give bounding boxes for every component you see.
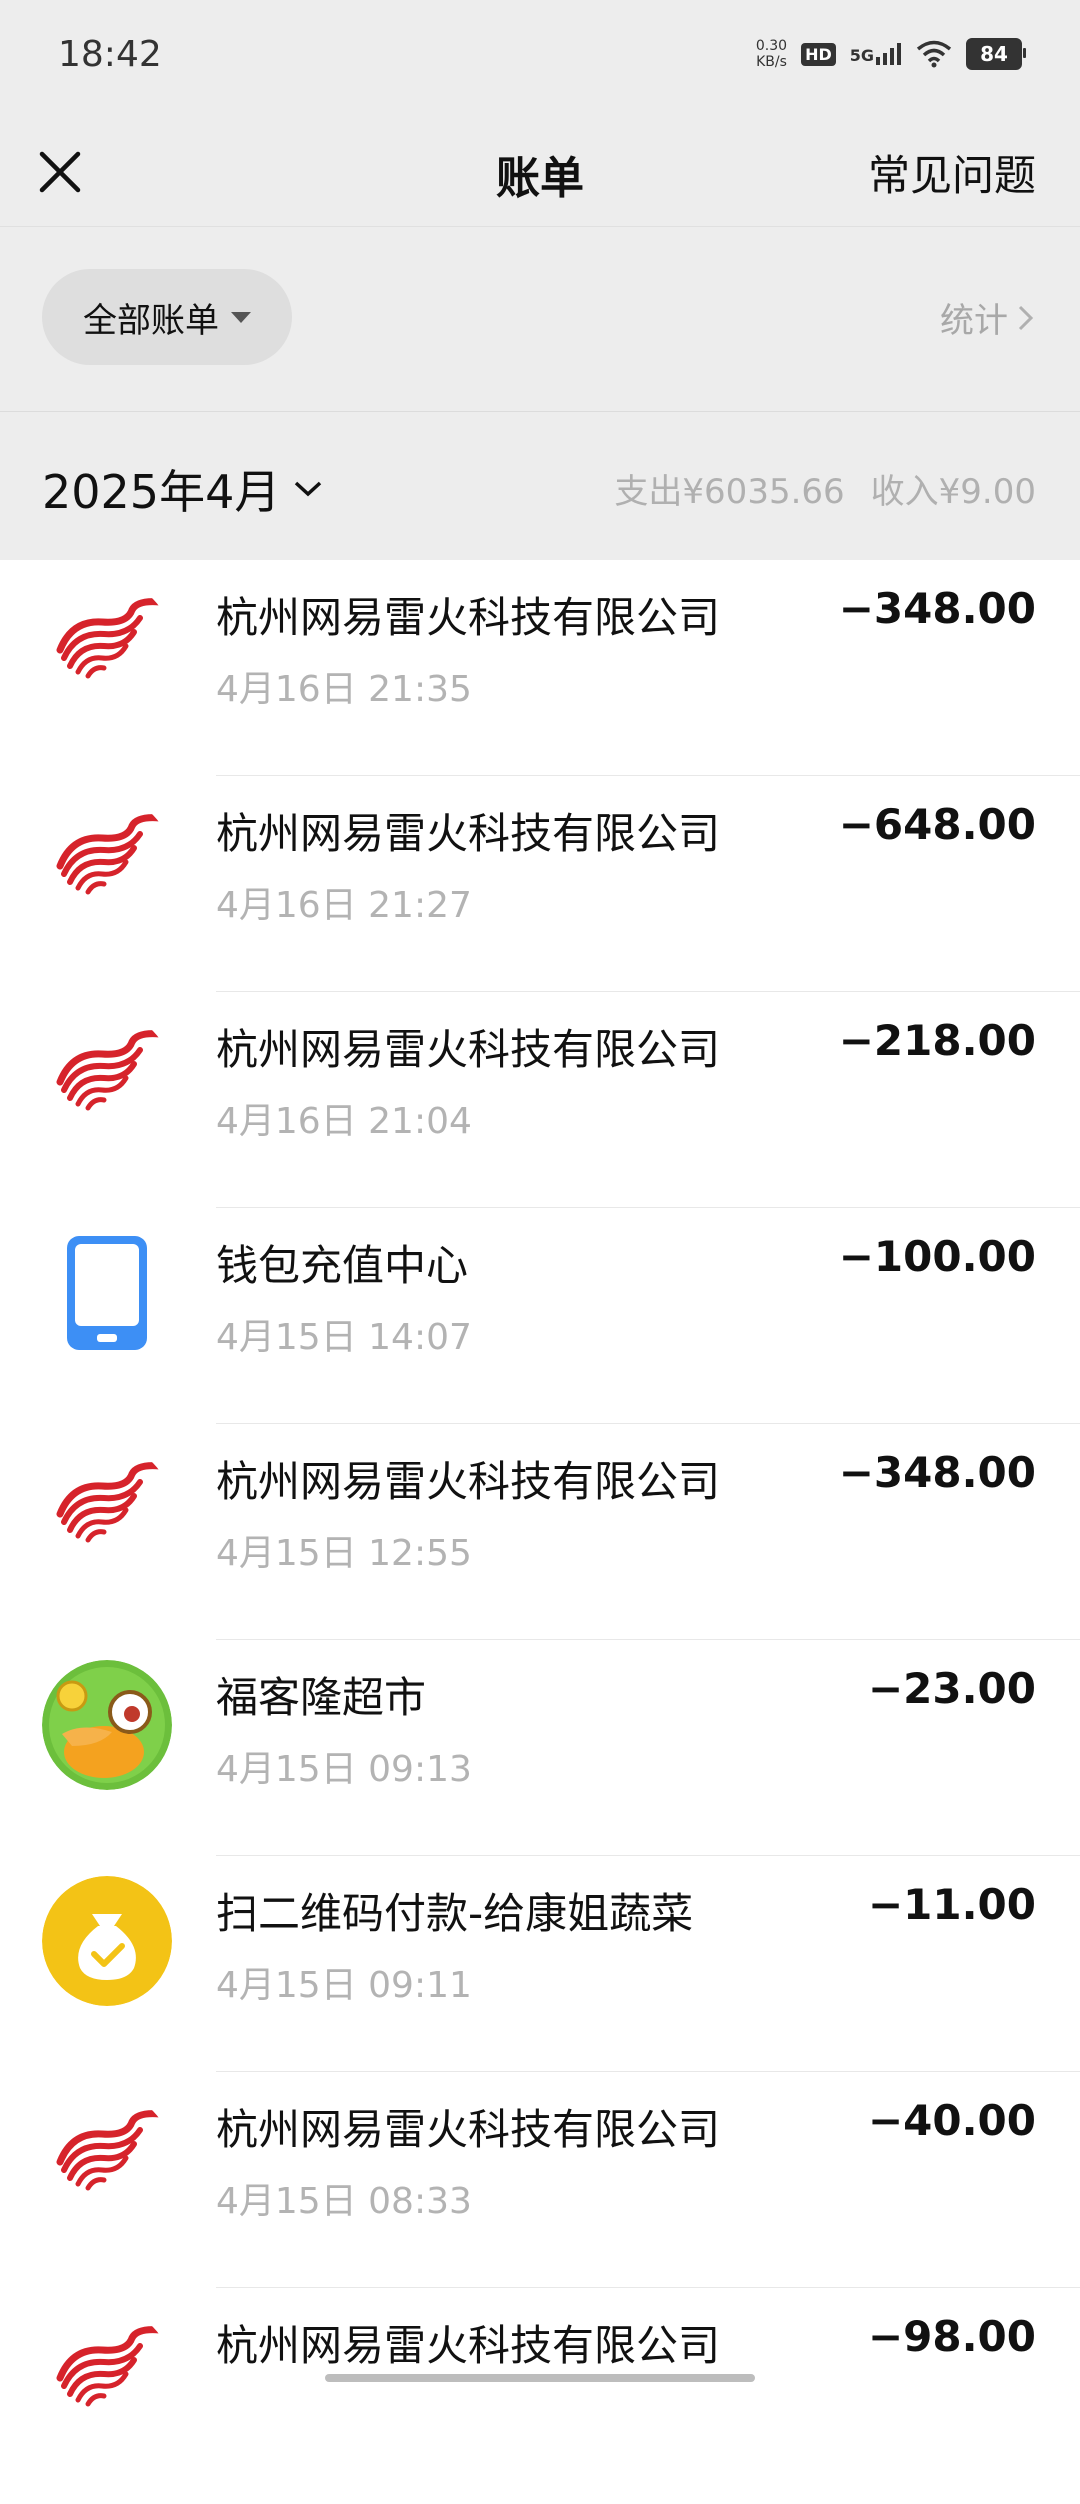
month-label: 2025年4月 (42, 465, 281, 519)
transaction-time: 4月15日 14:07 (216, 1317, 472, 1358)
stats-label: 统计 (940, 301, 1008, 341)
bill-type-filter-button[interactable]: 全部账单 (42, 269, 292, 365)
status-bar: 18:42 0.30 KB/s HD 5G 84 (0, 0, 1080, 118)
status-time: 18:42 (58, 34, 162, 75)
money-bag-icon (42, 1876, 172, 2006)
transaction-amount: −98.00 (867, 2312, 1036, 2361)
merchant-name: 杭州网易雷火科技有限公司 (216, 2321, 721, 2370)
transaction-amount: −23.00 (867, 1664, 1036, 1713)
phone-icon (42, 1228, 172, 1358)
merchant-name: 杭州网易雷火科技有限公司 (216, 1457, 721, 1506)
cartoon-bird-icon (42, 1660, 172, 1790)
bill-type-filter-label: 全部账单 (83, 300, 219, 341)
transaction-row[interactable]: 福客隆超市 4月15日 09:13 −23.00 (0, 1640, 1080, 1856)
netease-logo-icon (42, 1444, 172, 1574)
wifi-icon (916, 40, 952, 68)
netease-logo-icon (42, 2092, 172, 2222)
filter-bar: 全部账单 统计 (0, 227, 1080, 412)
netease-logo-icon (42, 580, 172, 710)
transaction-amount: −348.00 (838, 1448, 1036, 1497)
merchant-name: 杭州网易雷火科技有限公司 (216, 593, 721, 642)
status-icons: 0.30 KB/s HD 5G 84 (756, 38, 1026, 70)
merchant-name: 钱包充值中心 (216, 1241, 469, 1290)
transaction-list: 杭州网易雷火科技有限公司 4月16日 21:35 −348.00 杭州网易雷火科… (0, 560, 1080, 2504)
hd-badge: HD (801, 42, 836, 66)
transaction-amount: −348.00 (838, 584, 1036, 633)
net-speed-value: 0.30 (755, 38, 788, 54)
net-speed-unit: KB/s (756, 54, 787, 70)
netease-logo-icon (42, 2308, 172, 2438)
merchant-name: 扫二维码付款-给康姐蔬菜 (216, 1889, 694, 1938)
chevron-right-icon (1018, 305, 1034, 330)
home-indicator[interactable] (325, 2374, 755, 2382)
chevron-down-icon (295, 481, 322, 497)
transaction-amount: −648.00 (838, 800, 1036, 849)
transaction-row[interactable]: 杭州网易雷火科技有限公司 4月16日 21:04 −218.00 (0, 992, 1080, 1208)
month-income: 收入¥9.00 (870, 472, 1036, 512)
faq-link[interactable]: 常见问题 (868, 142, 1036, 203)
stats-link[interactable]: 统计 (940, 293, 1036, 342)
transaction-row[interactable]: 杭州网易雷火科技有限公司 4月16日 21:35 −348.00 (0, 560, 1080, 776)
transaction-row[interactable]: 扫二维码付款-给康姐蔬菜 4月15日 09:11 −11.00 (0, 1856, 1080, 2072)
merchant-name: 杭州网易雷火科技有限公司 (216, 1025, 721, 1074)
transaction-time: 4月15日 08:33 (216, 2181, 472, 2222)
transaction-amount: −218.00 (838, 1016, 1036, 1065)
signal-5g-icon: 5G (850, 43, 902, 65)
signal-bars-icon (876, 43, 901, 65)
transaction-amount: −100.00 (838, 1232, 1036, 1281)
merchant-name: 杭州网易雷火科技有限公司 (216, 2105, 721, 2154)
transaction-time: 4月16日 21:35 (216, 669, 472, 710)
transaction-row[interactable]: 钱包充值中心 4月15日 14:07 −100.00 (0, 1208, 1080, 1424)
netease-logo-icon (42, 796, 172, 926)
month-bar: 2025年4月 支出¥6035.66 收入¥9.00 (0, 412, 1080, 560)
transaction-row[interactable]: 杭州网易雷火科技有限公司 4月15日 08:33 −40.00 (0, 2072, 1080, 2288)
merchant-name: 杭州网易雷火科技有限公司 (216, 809, 721, 858)
battery-icon: 84 (966, 38, 1026, 70)
transaction-row[interactable]: 杭州网易雷火科技有限公司 −98.00 (0, 2288, 1080, 2504)
nav-bar: 账单 常见问题 (0, 118, 1080, 227)
transaction-amount: −40.00 (867, 2096, 1036, 2145)
transaction-time: 4月16日 21:27 (216, 885, 472, 926)
month-picker[interactable]: 2025年4月 (42, 456, 324, 522)
transaction-time: 4月15日 12:55 (216, 1533, 472, 1574)
battery-level: 84 (980, 42, 1008, 66)
transaction-row[interactable]: 杭州网易雷火科技有限公司 4月16日 21:27 −648.00 (0, 776, 1080, 992)
transaction-time: 4月15日 09:11 (216, 1965, 472, 2006)
merchant-name: 福客隆超市 (216, 1673, 427, 1722)
month-expense: 支出¥6035.66 (614, 472, 845, 512)
transaction-time: 4月15日 09:13 (216, 1749, 472, 1790)
transaction-row[interactable]: 杭州网易雷火科技有限公司 4月15日 12:55 −348.00 (0, 1424, 1080, 1640)
network-type: 5G (849, 46, 874, 65)
caret-down-icon (231, 311, 251, 323)
transaction-time: 4月16日 21:04 (216, 1101, 472, 1142)
month-summary: 支出¥6035.66 收入¥9.00 (614, 464, 1036, 513)
net-speed: 0.30 KB/s (756, 38, 787, 70)
netease-logo-icon (42, 1012, 172, 1142)
transaction-amount: −11.00 (867, 1880, 1036, 1929)
